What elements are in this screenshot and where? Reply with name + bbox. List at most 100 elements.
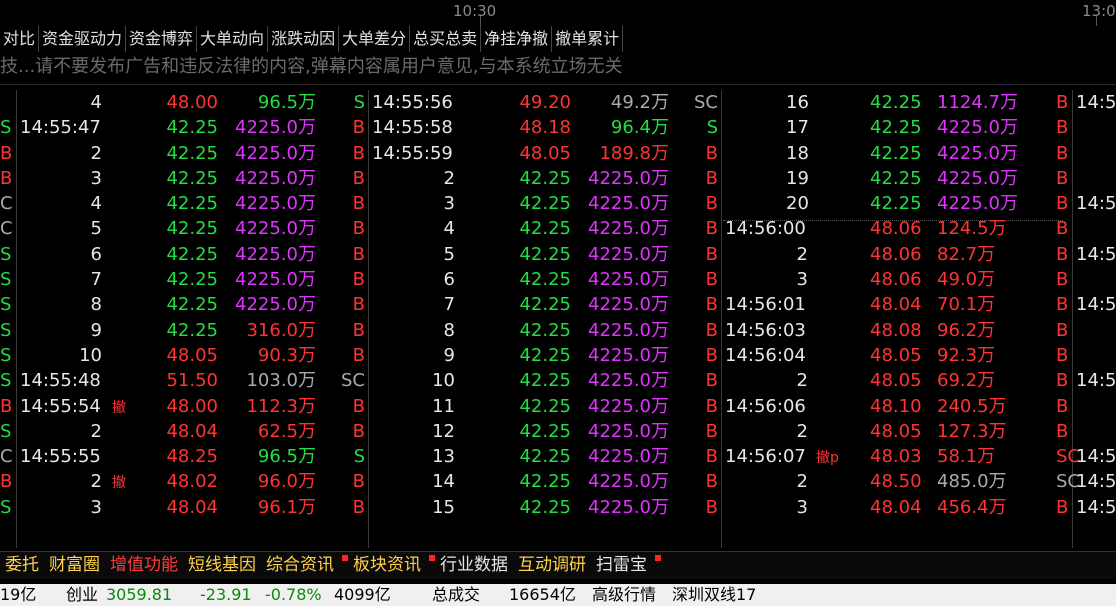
trade-amount: 96.4万 [610, 117, 669, 139]
trade-flag: B [1056, 243, 1069, 265]
bottom-tab-label: 板块资讯 [353, 555, 421, 575]
side-indicator: S [0, 117, 12, 139]
table-row: 14:56:06 48.10 240.5万 B [722, 394, 1116, 419]
trade-price: 42.25 [519, 496, 571, 518]
table-row: 3 48.06 49.0万 B [722, 267, 1116, 292]
tab-8[interactable]: 撤单累计 [552, 26, 624, 52]
trade-time: 5 [90, 218, 102, 240]
bottom-tab-8[interactable]: 扫雷宝 [591, 552, 661, 579]
bottom-tab-label: 委托 [5, 555, 39, 575]
trade-amount: 4225.0万 [937, 117, 1018, 139]
status-bar: 19亿 创业 3059.81 -23.91 -0.78% 4099亿 总成交 1… [0, 584, 1116, 606]
trade-flag: B [705, 294, 718, 316]
tick-mark [1096, 16, 1097, 26]
total-volume-value: 16654亿 [509, 585, 576, 604]
trade-flag: B [352, 471, 365, 493]
trade-price: 48.06 [870, 218, 922, 240]
bottom-tab-label: 综合资讯 [266, 555, 334, 575]
trade-amount: 58.1万 [937, 446, 996, 468]
chuangye-index: 3059.81 [106, 585, 173, 604]
trade-amount: 1124.7万 [937, 92, 1018, 113]
table-row: 19 42.25 4225.0万 B [722, 166, 1116, 191]
trade-amount: 4225.0万 [588, 471, 669, 493]
bottom-tab-0[interactable]: 委托 [0, 552, 44, 579]
trade-amount: 127.3万 [937, 420, 1007, 442]
trade-amount: 96.0万 [257, 471, 316, 493]
table-row: S 3 48.04 96.1万 B [0, 495, 368, 520]
tab-3[interactable]: 大单动向 [197, 26, 269, 52]
trade-price: 48.50 [870, 471, 922, 493]
trade-flag: B [352, 344, 365, 366]
next-column-time: 14:5 [1076, 471, 1116, 493]
tab-6[interactable]: 总买总卖 [410, 26, 482, 52]
table-row: 2 48.50 485.0万 SC 14:5 [722, 469, 1116, 494]
trade-time: 9 [443, 344, 455, 366]
trade-price: 48.04 [870, 496, 922, 518]
advanced-quote-link[interactable]: 高级行情 [592, 584, 656, 606]
analysis-tabs: 对比 资金驱动力 资金博弈 大单动向 涨跌动因 大单差分 总买总卖 净挂净撤 撤单累计 [0, 26, 624, 52]
table-row: 2 48.05 69.2万 B 14:5 [722, 368, 1116, 393]
next-column-time: 14:5 [1076, 92, 1116, 113]
trade-price: 48.06 [870, 269, 922, 291]
trade-price: 48.25 [166, 446, 218, 468]
trade-time: 14:56:03 [725, 319, 806, 341]
trade-price: 42.25 [519, 370, 571, 392]
trade-flag: B [1056, 420, 1069, 442]
bottom-tab-3[interactable]: 短线基因 [183, 552, 261, 579]
trade-amount: 4225.0万 [235, 142, 316, 164]
trade-time: 3 [796, 269, 808, 291]
trade-time: 7 [443, 294, 455, 316]
tab-0[interactable]: 对比 [0, 26, 40, 52]
tick-column-3: 16 42.25 1124.7万 B 14:5 17 42.25 4225.0万 B 18 42.2… [722, 90, 1116, 548]
trade-flag: B [352, 269, 365, 291]
table-row: 14:56:01 48.04 70.1万 B 14:5 [722, 292, 1116, 317]
table-row: S 9 42.25 316.0万 B [0, 318, 368, 343]
notification-dot [655, 555, 661, 561]
next-column-time: 14:5 [1076, 446, 1116, 468]
trade-amount: 4225.0万 [235, 294, 316, 316]
table-row: C 14:55:55 48.25 96.5万 S [0, 444, 368, 469]
trade-flag: B [705, 269, 718, 291]
table-row: S 14:55:47 42.25 4225.0万 B [0, 115, 368, 140]
trade-price: 42.25 [166, 142, 218, 164]
trade-price: 51.50 [166, 370, 218, 392]
tab-1[interactable]: 资金驱动力 [39, 26, 127, 52]
index-change-pct: -0.78% [265, 585, 322, 604]
table-row: 8 42.25 4225.0万 B [369, 318, 721, 343]
tab-4[interactable]: 涨跌动因 [268, 26, 340, 52]
trade-price: 42.25 [166, 167, 218, 189]
bottom-tab-2[interactable]: 增值功能 [105, 552, 183, 579]
trade-amount: 4225.0万 [588, 269, 669, 291]
table-row: 13 42.25 4225.0万 B [369, 444, 721, 469]
trade-time: 6 [443, 269, 455, 291]
trade-time: 15 [432, 496, 455, 518]
trade-amount: 92.3万 [937, 344, 996, 366]
tab-7[interactable]: 净挂净撤 [481, 26, 553, 52]
trade-time: 4 [90, 92, 102, 113]
trade-price: 42.25 [166, 319, 218, 341]
side-indicator: S [0, 243, 12, 265]
trade-flag: B [1056, 496, 1069, 518]
trade-time: 2 [90, 471, 102, 493]
side-indicator: S [0, 294, 12, 316]
bottom-tab-1[interactable]: 财富圈 [44, 552, 105, 579]
trade-time: 5 [443, 243, 455, 265]
server-line[interactable]: 深圳双线17 [672, 584, 756, 606]
trade-price: 48.18 [519, 117, 571, 139]
bottom-tab-7[interactable]: 互动调研 [513, 552, 591, 579]
bottom-tab-4[interactable]: 综合资讯 [261, 552, 348, 579]
table-row: 10 42.25 4225.0万 B [369, 368, 721, 393]
trade-price: 48.06 [870, 243, 922, 265]
tab-2[interactable]: 资金博弈 [126, 26, 198, 52]
time-label-1300: 13:0 [1082, 2, 1116, 20]
trade-flag: B [705, 142, 718, 164]
trade-price: 42.25 [519, 294, 571, 316]
bottom-tab-label: 增值功能 [110, 555, 178, 575]
trade-price: 48.04 [166, 420, 218, 442]
tick-column-2: 14:55:56 49.20 49.2万 SC 14:55:58 48.18 96.4万 S 1… [369, 90, 721, 548]
trade-amount: 124.5万 [937, 218, 1007, 240]
side-indicator: S [0, 319, 12, 341]
bottom-tab-5[interactable]: 板块资讯 [348, 552, 435, 579]
tab-5[interactable]: 大单差分 [339, 26, 411, 52]
bottom-tab-6[interactable]: 行业数据 [435, 552, 513, 579]
